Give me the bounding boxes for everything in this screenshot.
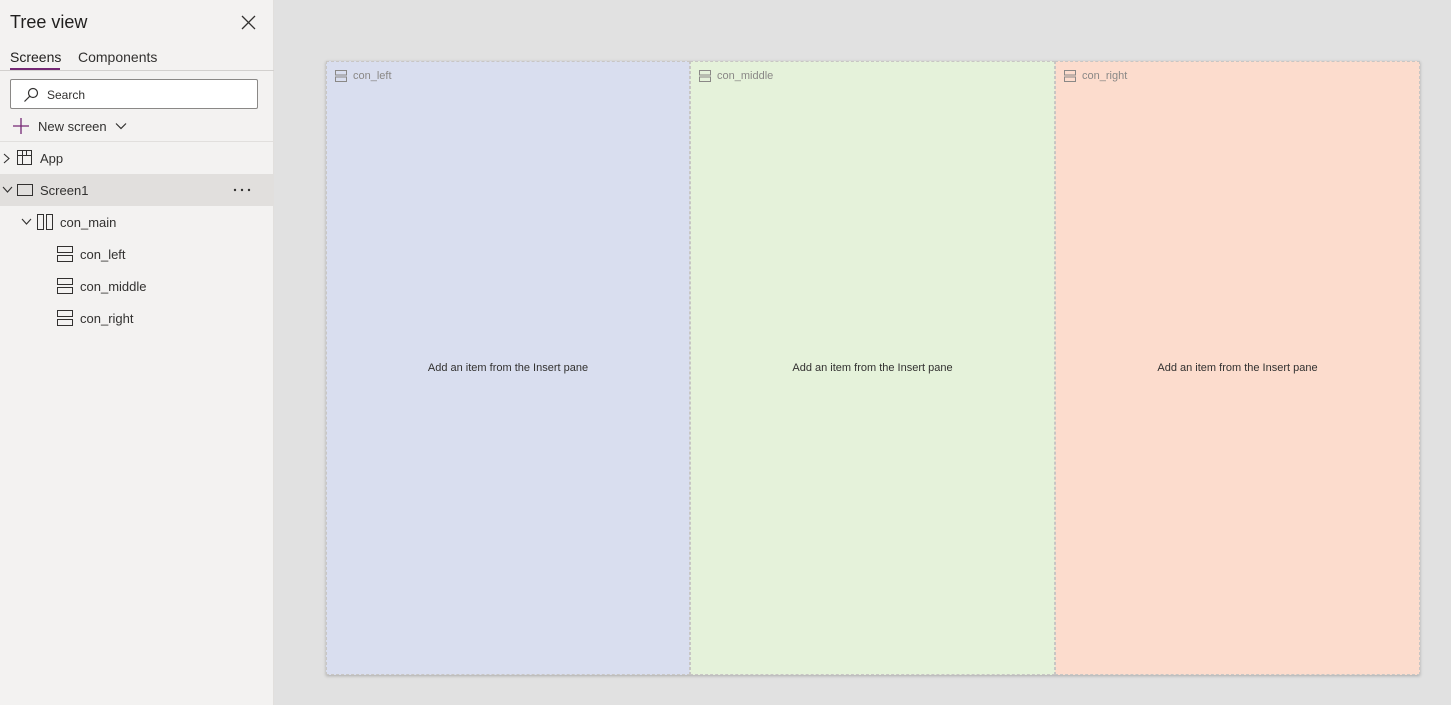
tree-item-screen1[interactable]: Screen1: [0, 174, 274, 206]
vertical-container-icon: [335, 70, 347, 82]
vertical-container-icon: [57, 310, 73, 326]
tree-item-con-middle[interactable]: con_middle: [0, 270, 274, 302]
chevron-down-icon[interactable]: [115, 122, 127, 130]
container-title: con_middle: [717, 70, 774, 82]
tab-screens[interactable]: Screens: [10, 49, 61, 65]
container-title: con_left: [353, 70, 392, 82]
empty-container-hint: Add an item from the Insert pane: [427, 362, 589, 374]
chevron-right-icon[interactable]: [3, 153, 10, 164]
new-screen-label: New screen: [38, 118, 107, 134]
tree-item-label: con_left: [80, 247, 126, 262]
new-screen-button[interactable]: New screen: [12, 116, 127, 136]
vertical-container-icon: [57, 246, 73, 262]
more-options-button[interactable]: [232, 180, 252, 200]
more-icon: [233, 188, 251, 192]
vertical-container-icon: [57, 278, 73, 294]
close-icon: [241, 15, 256, 30]
empty-container-hint: Add an item from the Insert pane: [792, 362, 953, 374]
container-con-middle[interactable]: con_middle Add an item from the Insert p…: [690, 61, 1055, 675]
screen-canvas[interactable]: con_left Add an item from the Insert pan…: [326, 61, 1420, 675]
tree-view-pane: Tree view Screens Components New screen: [0, 0, 274, 705]
tree-item-con-right[interactable]: con_right: [0, 302, 274, 334]
vertical-container-icon: [699, 70, 711, 82]
tree-item-label: Screen1: [40, 183, 89, 198]
tree-item-label: con_middle: [80, 279, 147, 294]
chevron-down-icon[interactable]: [2, 186, 13, 193]
horizontal-container-icon: [37, 214, 53, 230]
tree-item-label: App: [40, 151, 64, 166]
plus-icon: [13, 118, 29, 134]
container-con-left[interactable]: con_left Add an item from the Insert pan…: [326, 61, 690, 675]
search-input[interactable]: [47, 86, 247, 104]
tree-view-tabs: Screens Components: [0, 46, 274, 71]
empty-container-hint: Add an item from the Insert pane: [1157, 362, 1318, 374]
tab-components[interactable]: Components: [78, 49, 157, 65]
tree-item-label: con_right: [80, 311, 134, 326]
screen-icon: [17, 184, 33, 196]
tree-item-con-left[interactable]: con_left: [0, 238, 274, 270]
tree-item-con-main[interactable]: con_main: [0, 206, 274, 238]
search-icon: [24, 87, 39, 102]
tree-view-title: Tree view: [10, 12, 88, 32]
app-icon: [17, 150, 32, 165]
close-button[interactable]: [240, 14, 257, 31]
active-tab-indicator: [10, 68, 60, 70]
container-title: con_right: [1082, 70, 1128, 82]
tree-item-app[interactable]: App: [0, 142, 274, 174]
vertical-container-icon: [1064, 70, 1076, 82]
container-con-right[interactable]: con_right Add an item from the Insert pa…: [1055, 61, 1420, 675]
search-box[interactable]: [10, 79, 258, 109]
chevron-down-icon[interactable]: [21, 218, 32, 225]
tree-item-label: con_main: [60, 215, 117, 230]
